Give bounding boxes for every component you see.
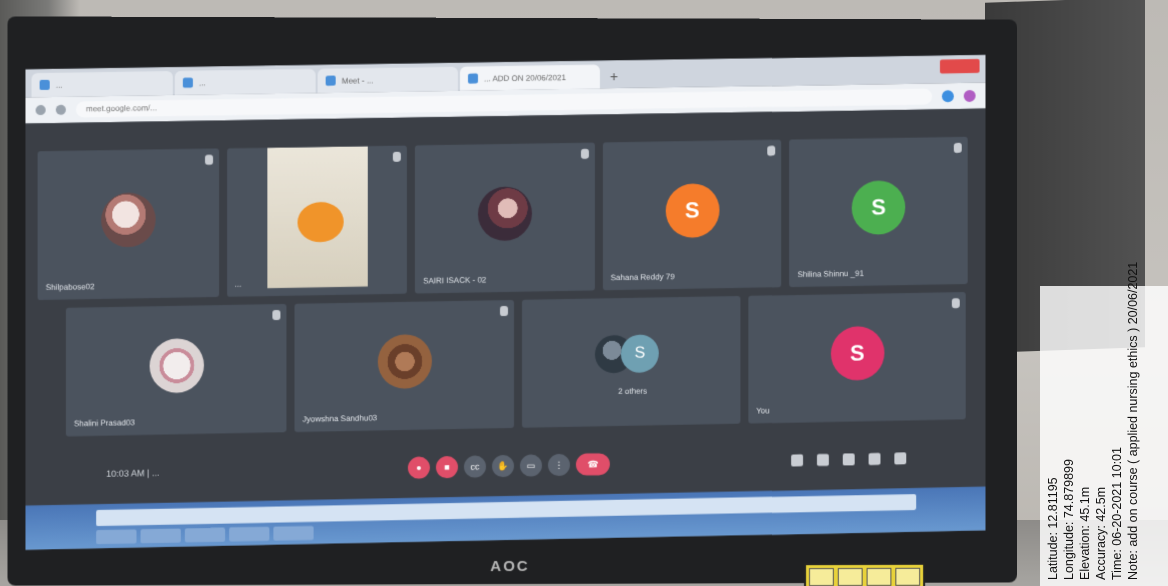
favicon-icon — [325, 75, 336, 86]
profile-icon[interactable] — [963, 89, 976, 102]
participant-name: ... — [234, 279, 242, 289]
more-icon[interactable]: ⋮ — [547, 453, 570, 477]
participant-name: SAIRI ISACK - 02 — [423, 275, 487, 286]
mic-off-icon[interactable]: ● — [407, 456, 430, 479]
mic-muted-icon — [951, 298, 960, 309]
monitor-sticker — [804, 562, 926, 586]
window-close-button[interactable] — [939, 58, 980, 74]
meeting-title: 10:03 AM | ... — [106, 467, 160, 479]
info-icon[interactable] — [791, 454, 804, 467]
taskbar-app[interactable] — [229, 526, 270, 542]
browser-tab-active[interactable]: ... ADD ON 20/06/2021 — [459, 64, 600, 91]
geotag-note: Note: add on course ( applied nursing et… — [1126, 261, 1140, 580]
mic-muted-icon — [953, 142, 962, 153]
participant-tile[interactable]: ... — [226, 145, 408, 297]
participant-tile[interactable]: SAIRI ISACK - 02 — [415, 142, 595, 294]
avatar: S — [665, 183, 720, 239]
participant-tile[interactable]: Shilpabose02 — [37, 148, 219, 301]
participant-tile[interactable]: S Sahana Reddy 79 — [602, 139, 782, 291]
participant-name: Jyowshna Sandhu03 — [302, 413, 378, 424]
mic-muted-icon — [580, 148, 589, 159]
favicon-icon — [467, 73, 478, 84]
shield-icon[interactable] — [894, 452, 907, 465]
reload-icon[interactable] — [55, 104, 66, 115]
favicon-icon — [39, 79, 50, 91]
side-panel-icons — [791, 452, 907, 467]
avatar — [100, 192, 156, 248]
mic-muted-icon — [499, 306, 509, 317]
participant-name: Shilpabose02 — [45, 282, 95, 292]
avatar — [477, 186, 532, 242]
avatar: S — [620, 334, 659, 374]
captions-icon[interactable]: cc — [463, 455, 486, 478]
mic-muted-icon — [767, 145, 776, 156]
grouped-avatars: S — [595, 334, 659, 374]
participant-tile[interactable]: S Shilina Shinnu _91 — [789, 136, 968, 288]
geotag-latitude: Latitude: 12.81195 — [1046, 477, 1060, 580]
back-icon[interactable] — [35, 105, 46, 116]
people-icon[interactable] — [816, 453, 829, 467]
taskbar-app[interactable] — [140, 528, 181, 544]
video-feed — [266, 146, 368, 289]
participant-tile[interactable]: S 2 others — [521, 295, 741, 428]
mic-muted-icon — [272, 309, 281, 321]
camera-off-icon[interactable]: ■ — [435, 455, 458, 479]
meet-stage: Shilpabose02 ... SAIRI ISACK - 02 S Saha… — [25, 108, 986, 550]
raise-hand-icon[interactable]: ✋ — [491, 454, 515, 478]
taskbar-app[interactable] — [184, 527, 226, 543]
participant-tile[interactable]: Shalini Prasad03 — [65, 303, 287, 437]
activities-icon[interactable] — [868, 452, 881, 466]
mic-muted-icon — [393, 151, 402, 162]
mic-muted-icon — [204, 154, 213, 165]
participant-name: Sahana Reddy 79 — [610, 272, 675, 283]
browser-tab[interactable]: Meet - ... — [317, 66, 458, 93]
avatar: S — [830, 325, 884, 381]
taskbar-search[interactable] — [96, 493, 917, 527]
taskbar-app[interactable] — [273, 525, 314, 541]
participant-tile-self[interactable]: S You — [748, 292, 966, 424]
monitor-brand-logo: AOC — [490, 557, 530, 576]
geotag-elevation: Elevation: 45.1m — [1078, 486, 1092, 580]
pumpkin-drawing — [297, 201, 344, 243]
avatar: S — [851, 180, 906, 235]
browser-tab[interactable]: ... — [174, 68, 316, 96]
meet-control-bar: 10:03 AM | ... ● ■ cc ✋ ▭ ⋮ ☎ — [25, 437, 985, 495]
avatar — [377, 334, 432, 390]
geotag-longitude: Longitude: 74.879899 — [1062, 459, 1076, 580]
chat-icon[interactable] — [842, 453, 855, 466]
participant-row-1: Shilpabose02 ... SAIRI ISACK - 02 S Saha… — [37, 136, 968, 301]
participant-tile[interactable]: Jyowshna Sandhu03 — [294, 299, 515, 433]
end-call-icon[interactable]: ☎ — [575, 453, 610, 476]
browser-tab[interactable]: ... — [31, 70, 173, 98]
geotag-text: Latitude: 12.81195 Longitude: 74.879899 … — [1045, 261, 1141, 580]
control-buttons: ● ■ cc ✋ ▭ ⋮ ☎ — [407, 453, 610, 479]
monitor: ... ... Meet - ... ... ADD ON 20/06/2021… — [7, 16, 1018, 586]
participant-name: You — [756, 406, 770, 416]
extension-icon[interactable] — [941, 90, 954, 103]
os-taskbar — [25, 486, 986, 550]
geotag-time: Time: 06-20-2021 10:01 — [1110, 447, 1124, 580]
geotag-accuracy: Accuracy: 42.5m — [1094, 486, 1108, 580]
favicon-icon — [182, 77, 193, 88]
participant-row-2: Shalini Prasad03 Jyowshna Sandhu03 S 2 o… — [65, 292, 966, 437]
participant-name: Shalini Prasad03 — [73, 417, 135, 429]
participant-name: 2 others — [618, 386, 648, 396]
taskbar-items — [96, 525, 314, 545]
screen: ... ... Meet - ... ... ADD ON 20/06/2021… — [25, 54, 986, 550]
taskbar-app[interactable] — [96, 529, 137, 545]
avatar — [149, 338, 204, 394]
present-icon[interactable]: ▭ — [519, 454, 542, 477]
participant-name: Shilina Shinnu _91 — [797, 268, 864, 279]
new-tab-button[interactable]: + — [602, 64, 626, 88]
